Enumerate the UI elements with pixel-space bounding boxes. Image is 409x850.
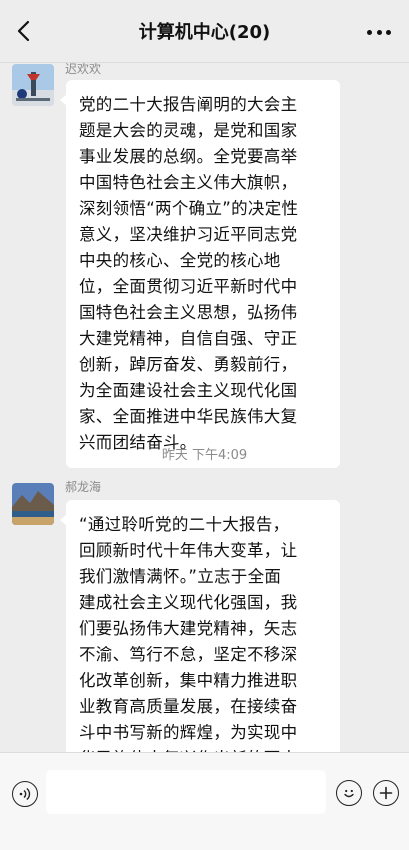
input-bar (0, 752, 409, 850)
voice-input-button[interactable] (12, 781, 38, 807)
chat-title: 计算机中心(20) (138, 22, 271, 43)
chat-header: 计算机中心(20) (0, 0, 409, 63)
avatar-image (12, 64, 54, 106)
message-input[interactable] (46, 770, 326, 814)
emoji-button[interactable] (336, 780, 362, 806)
plus-icon (379, 786, 393, 800)
sender-name: 郝龙海 (65, 480, 102, 494)
more-dot-icon (386, 29, 391, 35)
sender-name: 迟欢欢 (65, 62, 102, 76)
more-options-button[interactable] (367, 20, 391, 44)
voice-icon (19, 787, 31, 801)
avatar-image (12, 483, 54, 525)
emoji-icon (344, 789, 354, 798)
add-more-button[interactable] (373, 780, 399, 806)
timestamp: 昨天 下午4:09 (161, 448, 248, 463)
more-dot-icon (376, 29, 382, 35)
avatar[interactable] (12, 483, 54, 525)
message-bubble[interactable]: 党的二十大报告阐明的大会主 题是大会的灵魂，是党和国家 事业发展的总纲。全党要高… (60, 80, 340, 468)
more-dot-icon (367, 29, 372, 35)
avatar[interactable] (12, 64, 54, 106)
